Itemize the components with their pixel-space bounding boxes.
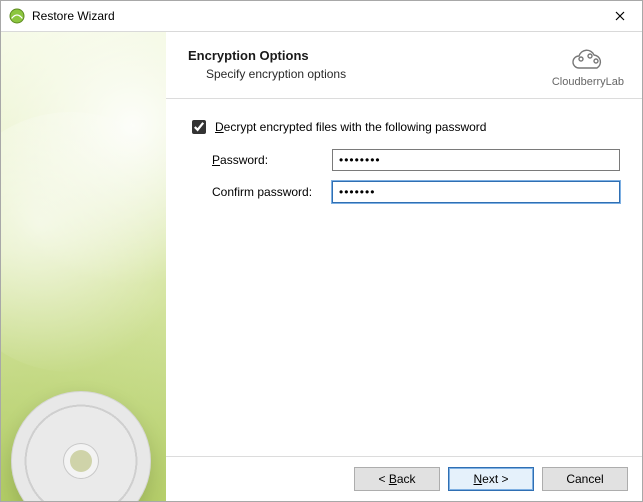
wizard-footer: < Back Next > Cancel: [166, 456, 642, 501]
page-title: Encryption Options: [188, 48, 552, 63]
password-label: Password:: [212, 153, 332, 167]
decrypt-checkbox-row: Decrypt encrypted files with the followi…: [188, 117, 620, 137]
decrypt-checkbox-label[interactable]: Decrypt encrypted files with the followi…: [215, 120, 486, 134]
disc-icon: [11, 391, 151, 501]
content: Decrypt encrypted files with the followi…: [166, 99, 642, 231]
brand: CloudberryLab: [552, 48, 624, 88]
body: Encryption Options Specify encryption op…: [1, 32, 642, 501]
cancel-button[interactable]: Cancel: [542, 467, 628, 491]
confirm-password-label: Confirm password:: [212, 185, 332, 199]
leaf-decor: [1, 83, 166, 401]
cloud-icon: [568, 48, 608, 74]
main-panel: Encryption Options Specify encryption op…: [166, 32, 642, 501]
window-title: Restore Wizard: [32, 9, 597, 23]
confirm-password-field-row: Confirm password:: [212, 181, 620, 203]
close-icon: [615, 11, 625, 21]
restore-wizard-window: Restore Wizard Encryption Options Specif…: [0, 0, 643, 502]
brand-name: CloudberryLab: [552, 76, 624, 88]
spacer: [166, 231, 642, 456]
page-header: Encryption Options Specify encryption op…: [166, 32, 642, 99]
side-banner: [1, 32, 166, 501]
page-subtitle: Specify encryption options: [206, 67, 552, 81]
decrypt-checkbox[interactable]: [192, 120, 206, 134]
titlebar: Restore Wizard: [1, 1, 642, 32]
password-field-row: Password:: [212, 149, 620, 171]
back-button[interactable]: < Back: [354, 467, 440, 491]
close-button[interactable]: [597, 1, 642, 31]
app-icon: [9, 8, 25, 24]
password-input[interactable]: [332, 149, 620, 171]
next-button[interactable]: Next >: [448, 467, 534, 491]
confirm-password-input[interactable]: [332, 181, 620, 203]
